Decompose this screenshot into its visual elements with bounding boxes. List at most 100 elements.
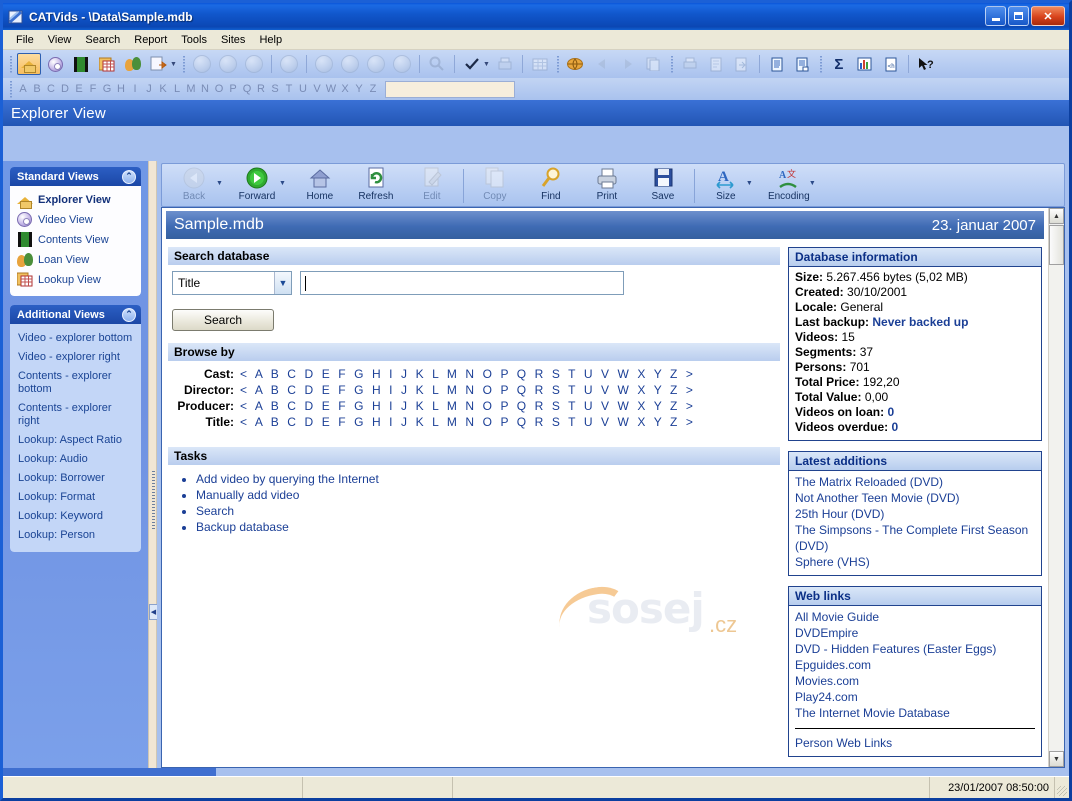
help-pointer-icon[interactable]: ? bbox=[914, 53, 938, 75]
html-export-icon[interactable]: <h bbox=[879, 53, 903, 75]
preview-icon[interactable] bbox=[704, 53, 728, 75]
browse-letters-director[interactable]: < A B C D E F G H I J K L M N O P Q R S … bbox=[240, 383, 696, 397]
sidebar-item-explorer-view[interactable]: Explorer View bbox=[15, 190, 136, 210]
export-icon[interactable] bbox=[730, 53, 754, 75]
alpha-B[interactable]: B bbox=[30, 83, 44, 95]
refresh-button[interactable]: Refresh bbox=[348, 166, 404, 206]
alpha-Y[interactable]: Y bbox=[352, 83, 366, 95]
menu-tools[interactable]: Tools bbox=[174, 32, 214, 48]
alpha-R[interactable]: R bbox=[254, 83, 268, 95]
save-button[interactable]: Save bbox=[635, 166, 691, 206]
alphabar-grip[interactable] bbox=[8, 79, 14, 99]
sidebar-item-video-explorer-right[interactable]: Video - explorer right bbox=[18, 348, 135, 367]
explorer-view-icon[interactable] bbox=[17, 53, 41, 75]
alpha-M[interactable]: M bbox=[184, 83, 198, 95]
scrollbar-thumb[interactable] bbox=[1049, 225, 1064, 265]
browse-letters-title[interactable]: < A B C D E F G H I J K L M N O P Q R S … bbox=[240, 415, 696, 429]
home-button[interactable]: Home bbox=[292, 166, 348, 206]
task-item[interactable]: Backup database bbox=[196, 519, 780, 535]
back-dropdown-icon[interactable]: ▼ bbox=[216, 180, 223, 187]
sidebar-item-lookup-format[interactable]: Lookup: Format bbox=[18, 488, 135, 507]
add-video-dropdown-icon[interactable]: ▼ bbox=[170, 61, 177, 68]
size-dropdown-icon[interactable]: ▼ bbox=[746, 180, 753, 187]
check-dropdown-icon[interactable]: ▼ bbox=[483, 61, 490, 68]
sidebar-item-lookup-aspect-ratio[interactable]: Lookup: Aspect Ratio bbox=[18, 431, 135, 450]
encoding-dropdown-icon[interactable]: ▼ bbox=[809, 180, 816, 187]
browse-back-icon[interactable] bbox=[590, 53, 614, 75]
sidebar-item-contents-explorer-right[interactable]: Contents - explorer right bbox=[18, 399, 135, 431]
toolbar-grip-3[interactable] bbox=[554, 54, 561, 74]
copy-button[interactable]: Copy bbox=[467, 166, 523, 206]
edit-button[interactable]: Edit bbox=[404, 166, 460, 206]
search-field-select[interactable]: Title ▼ bbox=[172, 271, 292, 295]
alpha-V[interactable]: V bbox=[310, 83, 324, 95]
person-web-links-item[interactable]: Person Web Links bbox=[795, 735, 1035, 751]
sidebar-item-lookup-person[interactable]: Lookup: Person bbox=[18, 526, 135, 545]
resize-grip-icon[interactable] bbox=[1055, 777, 1069, 798]
forward-button[interactable]: Forward bbox=[229, 166, 285, 206]
back-button[interactable]: Back bbox=[166, 166, 222, 206]
alpha-E[interactable]: E bbox=[72, 83, 86, 95]
print-preview-icon[interactable] bbox=[493, 53, 517, 75]
minimize-button[interactable] bbox=[985, 6, 1006, 26]
menu-view[interactable]: View bbox=[41, 32, 79, 48]
toolbar-grip-4[interactable] bbox=[668, 54, 675, 74]
alpha-P[interactable]: P bbox=[226, 83, 240, 95]
latest-addition-item[interactable]: 25th Hour (DVD) bbox=[795, 506, 1035, 522]
nav-first-icon[interactable] bbox=[312, 53, 336, 75]
nav-last-icon[interactable] bbox=[390, 53, 414, 75]
print-button[interactable]: Print bbox=[579, 166, 635, 206]
chart-icon[interactable] bbox=[853, 53, 877, 75]
nav-next-icon[interactable] bbox=[364, 53, 388, 75]
grid-icon[interactable] bbox=[528, 53, 552, 75]
alpha-C[interactable]: C bbox=[44, 83, 58, 95]
copy-icon[interactable] bbox=[642, 53, 666, 75]
additional-views-header[interactable]: Additional Views ⌃ bbox=[10, 305, 141, 324]
web-link-item[interactable]: Epguides.com bbox=[795, 657, 1035, 673]
alpha-L[interactable]: L bbox=[170, 83, 184, 95]
sidebar-item-contents-explorer-bottom[interactable]: Contents - explorer bottom bbox=[18, 367, 135, 399]
delete-record-icon[interactable] bbox=[242, 53, 266, 75]
sum-icon[interactable]: Σ bbox=[827, 53, 851, 75]
print-icon[interactable] bbox=[678, 53, 702, 75]
add-video-icon[interactable] bbox=[147, 53, 171, 75]
browse-letters-cast[interactable]: < A B C D E F G H I J K L M N O P Q R S … bbox=[240, 367, 696, 381]
alpha-W[interactable]: W bbox=[324, 83, 338, 95]
alpha-Q[interactable]: Q bbox=[240, 83, 254, 95]
loan-view-icon[interactable] bbox=[121, 53, 145, 75]
edit-record-icon[interactable] bbox=[277, 53, 301, 75]
alpha-K[interactable]: K bbox=[156, 83, 170, 95]
alpha-J[interactable]: J bbox=[142, 83, 156, 95]
alpha-A[interactable]: A bbox=[16, 83, 30, 95]
menu-sites[interactable]: Sites bbox=[214, 32, 252, 48]
find-icon[interactable] bbox=[425, 53, 449, 75]
alpha-N[interactable]: N bbox=[198, 83, 212, 95]
alpha-U[interactable]: U bbox=[296, 83, 310, 95]
alpha-H[interactable]: H bbox=[114, 83, 128, 95]
chevron-down-icon[interactable]: ▼ bbox=[274, 272, 291, 294]
nav-prev-icon[interactable] bbox=[338, 53, 362, 75]
alpha-T[interactable]: T bbox=[282, 83, 296, 95]
chevron-up-icon[interactable]: ⌃ bbox=[122, 169, 136, 184]
video-view-icon[interactable] bbox=[43, 53, 67, 75]
chevron-up-icon[interactable]: ⌃ bbox=[122, 307, 136, 322]
close-button[interactable]: ✕ bbox=[1031, 6, 1065, 26]
task-item[interactable]: Add video by querying the Internet bbox=[196, 471, 780, 487]
globe-icon[interactable] bbox=[564, 53, 588, 75]
sidebar-item-contents-view[interactable]: Contents View bbox=[15, 230, 136, 250]
splitter-grip[interactable] bbox=[152, 471, 155, 531]
sidebar-item-lookup-audio[interactable]: Lookup: Audio bbox=[18, 450, 135, 469]
pane-splitter[interactable]: ◀ bbox=[148, 161, 158, 772]
quick-search-input[interactable] bbox=[385, 80, 515, 98]
web-link-item[interactable]: The Internet Movie Database bbox=[795, 705, 1035, 721]
menu-file[interactable]: File bbox=[9, 32, 41, 48]
report-list-icon[interactable] bbox=[791, 53, 815, 75]
contents-view-icon[interactable] bbox=[69, 53, 93, 75]
alpha-X[interactable]: X bbox=[338, 83, 352, 95]
alpha-F[interactable]: F bbox=[86, 83, 100, 95]
sidebar-item-video-explorer-bottom[interactable]: Video - explorer bottom bbox=[18, 329, 135, 348]
alpha-D[interactable]: D bbox=[58, 83, 72, 95]
menu-report[interactable]: Report bbox=[127, 32, 174, 48]
report-icon[interactable] bbox=[765, 53, 789, 75]
toolbar-grip-1[interactable] bbox=[8, 54, 14, 74]
